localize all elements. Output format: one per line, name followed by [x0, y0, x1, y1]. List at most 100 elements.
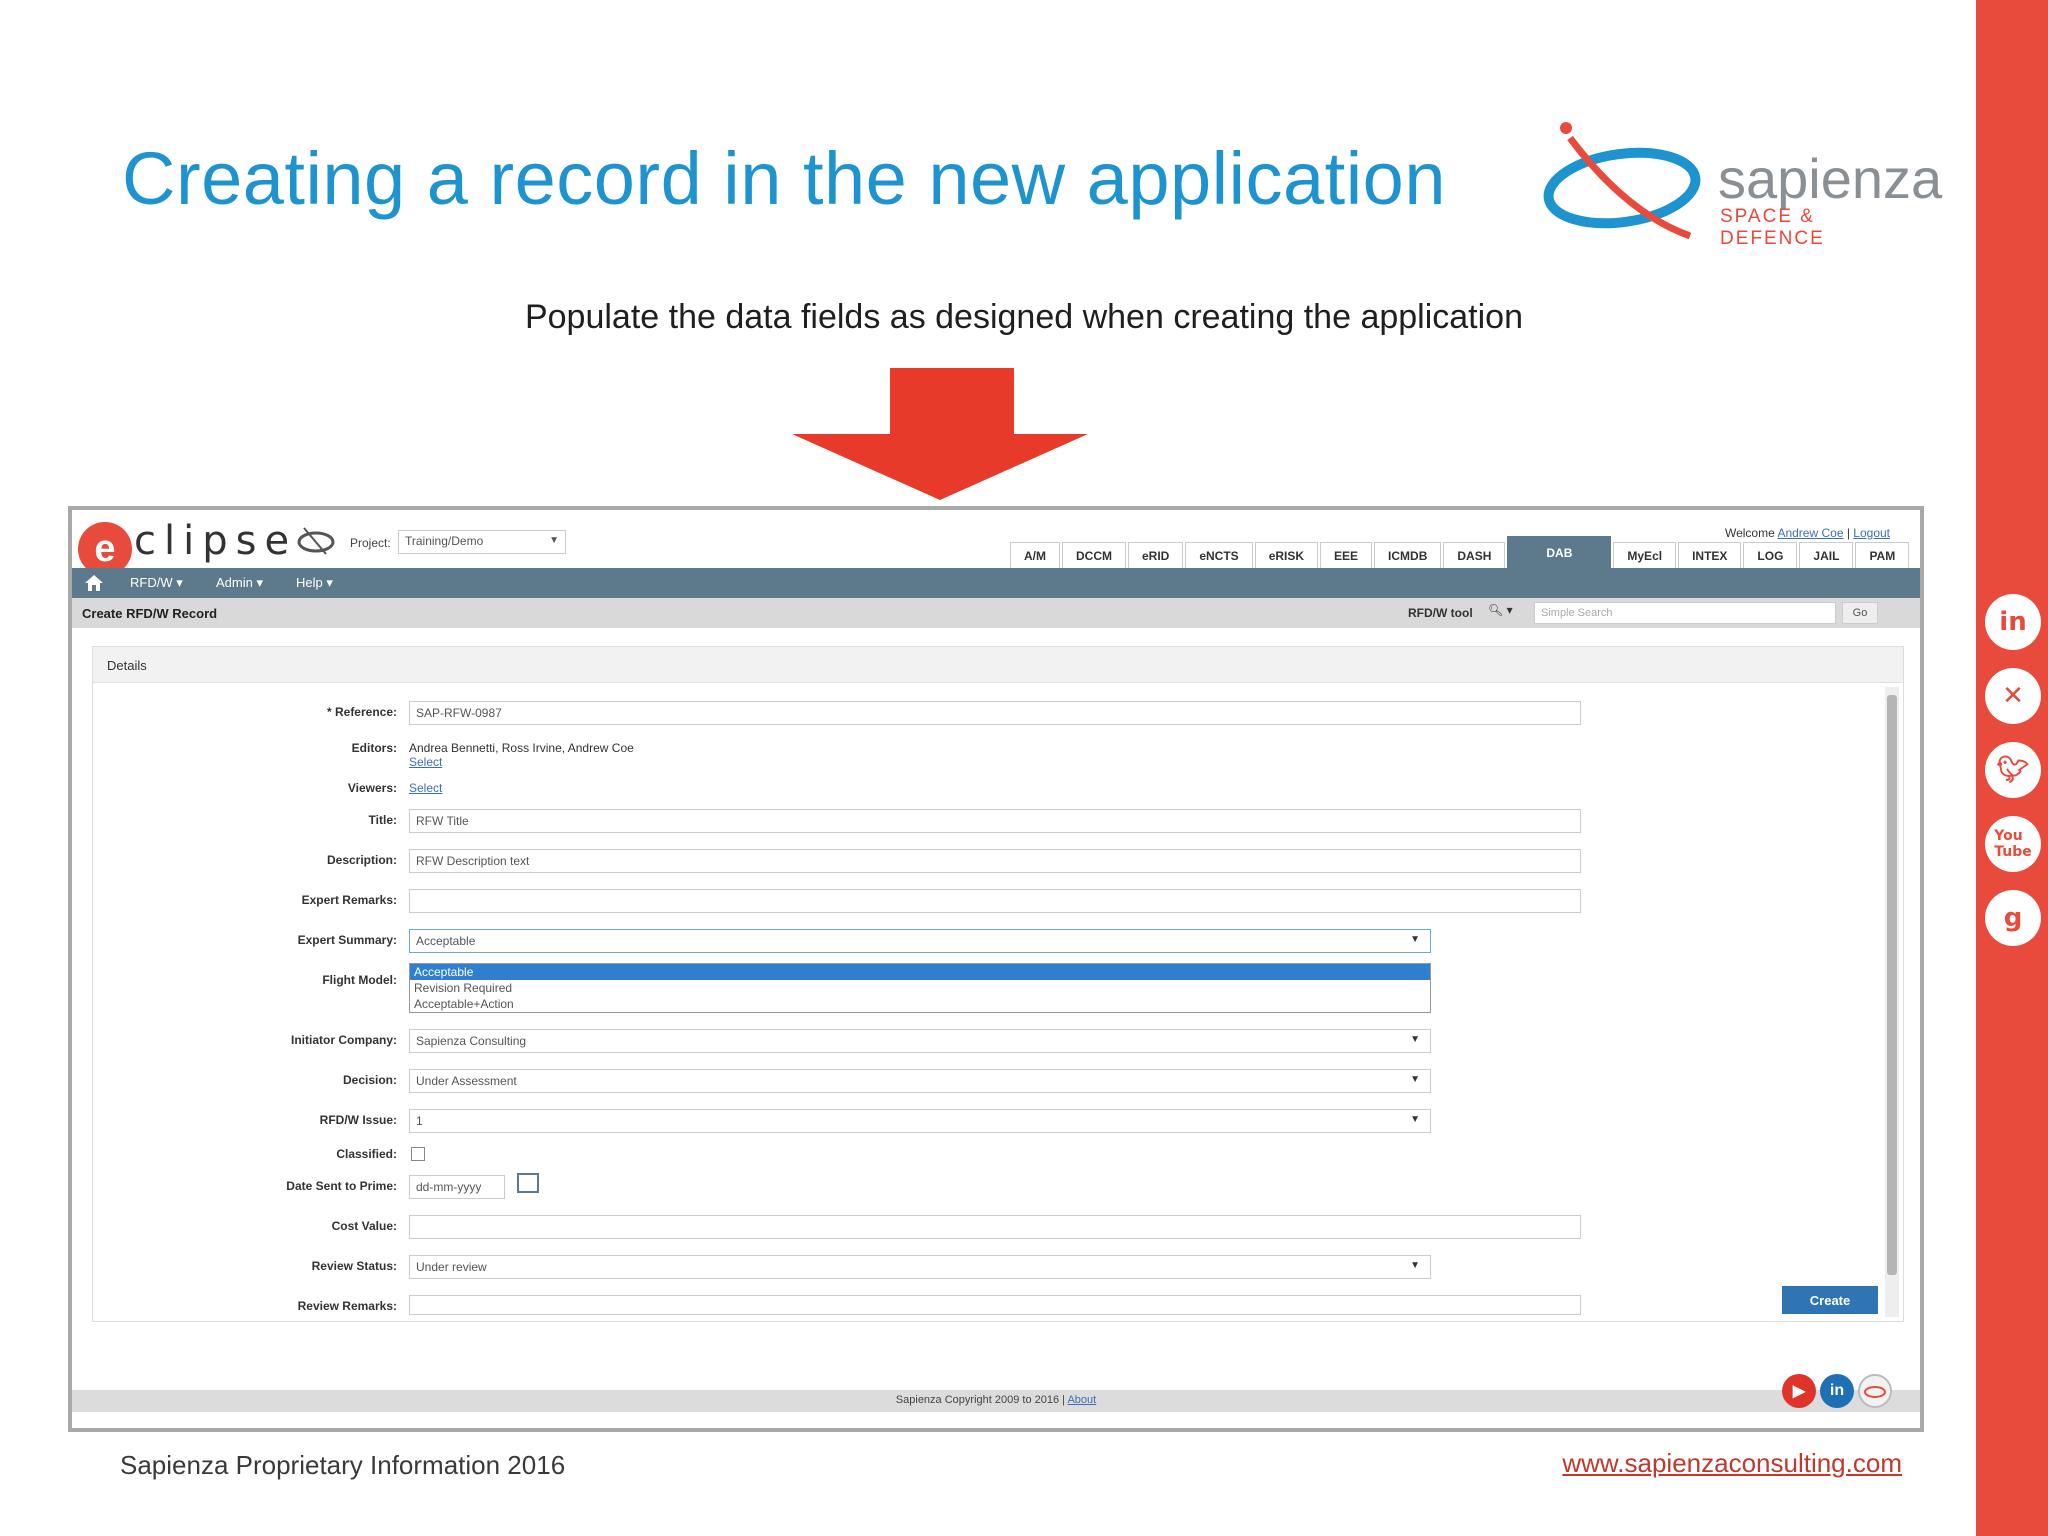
eclipse-swirl-icon: [297, 527, 335, 555]
sapienza-small-logo-icon[interactable]: [1858, 1374, 1892, 1408]
tab-dab[interactable]: DAB: [1507, 536, 1612, 568]
search-icon: 🔍︎ ▾: [1488, 603, 1513, 617]
welcome-area: Welcome Andrew Coe | Logout: [1724, 526, 1890, 540]
create-button[interactable]: Create: [1782, 1286, 1878, 1314]
classified-checkbox[interactable]: [411, 1147, 425, 1161]
decision-label: Decision:: [342, 1073, 397, 1087]
tab-encts[interactable]: eNCTS: [1185, 542, 1253, 568]
tab-pam[interactable]: PAM: [1855, 542, 1910, 568]
tab-dccm[interactable]: DCCM: [1062, 542, 1126, 568]
slide-title: Creating a record in the new application: [122, 137, 1446, 220]
tab-myecl[interactable]: MyEcl: [1613, 542, 1677, 568]
swirl-icon: [1864, 1386, 1886, 1398]
tab-jail[interactable]: JAIL: [1799, 542, 1854, 568]
review-status-select[interactable]: Under review ▼: [409, 1255, 1431, 1279]
twitter-icon[interactable]: 🐦︎: [1985, 742, 2041, 798]
logout-link[interactable]: Logout: [1853, 526, 1890, 540]
welcome-text: Welcome: [1724, 526, 1775, 540]
initiator-company-select[interactable]: Sapienza Consulting ▼: [409, 1029, 1431, 1053]
viewers-label: Viewers:: [347, 781, 397, 795]
slide-subtitle: Populate the data fields as designed whe…: [524, 298, 1524, 336]
menu-help[interactable]: Help ▾: [296, 575, 333, 591]
chevron-down-icon: ▼: [1410, 1114, 1420, 1125]
google-plus-icon[interactable]: g: [1985, 890, 2041, 946]
expert-remarks-field[interactable]: [409, 889, 1581, 913]
tab-erisk[interactable]: eRISK: [1254, 542, 1319, 568]
expert-summary-value: Acceptable: [416, 934, 476, 948]
chevron-down-icon: ▼: [1410, 1260, 1420, 1271]
menu-admin[interactable]: Admin ▾: [216, 575, 263, 591]
decision-value: Under Assessment: [416, 1074, 517, 1088]
about-link[interactable]: About: [1067, 1394, 1096, 1406]
option-acceptable-action[interactable]: Acceptable+Action: [410, 996, 1430, 1012]
footer-website-link[interactable]: www.sapienzaconsulting.com: [1562, 1448, 1902, 1479]
scroll-thumb[interactable]: [1887, 695, 1897, 1275]
play-icon[interactable]: ▶: [1782, 1374, 1816, 1408]
classified-label: Classified:: [336, 1147, 397, 1161]
project-select[interactable]: Training/Demo ▼: [398, 530, 566, 554]
menu-rfdw[interactable]: RFD/W ▾: [130, 575, 183, 591]
go-button[interactable]: Go: [1842, 602, 1878, 624]
details-panel: Details * Reference: SAP-RFW-0987 Editor…: [92, 646, 1904, 1322]
description-label: Description:: [326, 853, 397, 867]
review-status-value: Under review: [416, 1260, 487, 1274]
chevron-down-icon: ▼: [1410, 1034, 1420, 1045]
expert-remarks-label: Expert Remarks:: [301, 893, 397, 907]
search-input[interactable]: Simple Search: [1534, 602, 1836, 624]
eclipse-wordmark: clipse: [134, 518, 298, 564]
decision-select[interactable]: Under Assessment ▼: [409, 1069, 1431, 1093]
tab-intex[interactable]: INTEX: [1678, 542, 1742, 568]
calendar-icon[interactable]: [517, 1173, 539, 1193]
flight-model-label: Flight Model:: [322, 973, 397, 987]
user-link[interactable]: Andrew Coe: [1777, 526, 1843, 540]
tab-log[interactable]: LOG: [1743, 542, 1798, 568]
sapienza-logo: sapienza SPACE & DEFENCE: [1540, 118, 1942, 249]
option-revision-required[interactable]: Revision Required: [410, 980, 1430, 996]
app-header: e clipse Project: Training/Demo ▼ Welcom…: [72, 510, 1920, 576]
reference-label: * Reference:: [326, 705, 397, 719]
tab-am[interactable]: A/M: [1010, 542, 1060, 568]
details-header: Details: [93, 647, 1903, 683]
cost-label: Cost Value:: [331, 1219, 397, 1233]
tab-dash[interactable]: DASH: [1443, 542, 1506, 568]
initiator-company-label: Initiator Company:: [290, 1033, 397, 1047]
tab-erid[interactable]: eRID: [1128, 542, 1184, 568]
home-icon[interactable]: [84, 573, 104, 593]
issue-select[interactable]: 1 ▼: [409, 1109, 1431, 1133]
editors-select-link[interactable]: Select: [409, 755, 442, 769]
module-tabs: A/M DCCM eRID eNCTS eRISK EEE ICMDB DASH…: [1010, 536, 1911, 568]
viewers-select-link[interactable]: Select: [409, 781, 442, 795]
page-toolbar: Create RFD/W Record RFD/W tool 🔍︎ ▾ Simp…: [72, 598, 1920, 628]
editors-value: Andrea Bennetti, Ross Irvine, Andrew Coe: [409, 741, 634, 755]
app-screenshot: e clipse Project: Training/Demo ▼ Welcom…: [68, 506, 1924, 1432]
chevron-down-icon: ▼: [1410, 934, 1420, 945]
date-field[interactable]: dd-mm-yyyy: [409, 1175, 505, 1199]
linkedin-icon[interactable]: in: [1985, 594, 2041, 650]
xing-icon[interactable]: ✕: [1985, 668, 2041, 724]
search-mode-dropdown[interactable]: 🔍︎ ▾: [1488, 603, 1530, 623]
page-title: Create RFD/W Record: [82, 606, 218, 621]
review-remarks-field[interactable]: [409, 1295, 1581, 1315]
main-navbar: RFD/W ▾ Admin ▾ Help ▾: [72, 568, 1920, 598]
logo-tagline: SPACE & DEFENCE: [1720, 206, 1825, 249]
chevron-down-icon: ▼: [1410, 1074, 1420, 1085]
option-acceptable[interactable]: Acceptable: [410, 964, 1430, 980]
title-field[interactable]: RFW Title: [409, 809, 1581, 833]
logo-wordmark: sapienza: [1718, 147, 1943, 210]
expert-summary-dropdown: Acceptable Revision Required Acceptable+…: [409, 963, 1431, 1013]
issue-value: 1: [416, 1114, 423, 1128]
sapienza-swirl-icon: [1543, 122, 1701, 240]
expert-summary-select[interactable]: Acceptable ▼: [409, 929, 1431, 953]
cost-field[interactable]: [409, 1215, 1581, 1239]
review-status-label: Review Status:: [311, 1259, 397, 1273]
youtube-icon[interactable]: You Tube: [1985, 816, 2041, 872]
title-label: Title:: [368, 813, 397, 827]
reference-field[interactable]: SAP-RFW-0987: [409, 701, 1581, 725]
linkedin-icon[interactable]: in: [1820, 1374, 1854, 1408]
tab-eee[interactable]: EEE: [1320, 542, 1373, 568]
description-field[interactable]: RFW Description text: [409, 849, 1581, 873]
editors-label: Editors:: [351, 741, 397, 755]
tab-icmdb[interactable]: ICMDB: [1374, 542, 1442, 568]
footer-proprietary: Sapienza Proprietary Information 2016: [120, 1450, 566, 1480]
panel-scrollbar[interactable]: [1885, 687, 1899, 1317]
